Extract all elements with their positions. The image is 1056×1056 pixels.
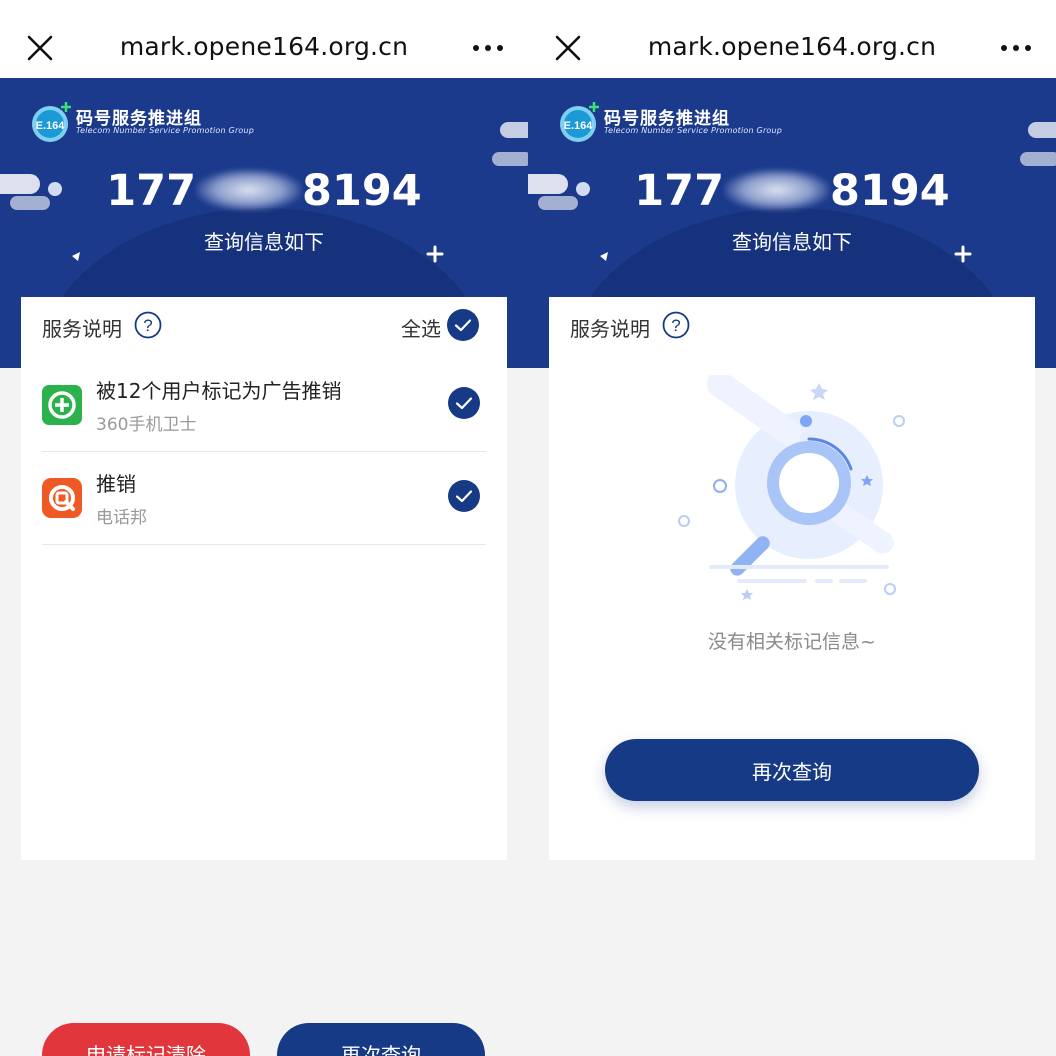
card-header: 服务说明 ? 全选 [21, 297, 507, 355]
empty-search-illustration [678, 375, 905, 600]
browser-top-bar: mark.opene164.org.cn [0, 0, 528, 78]
phone-prefix: 177 [634, 166, 725, 216]
phone-screen-left: mark.opene164.org.cn E.164 码号服务推进组 Telec… [0, 0, 528, 1056]
phone-prefix: 177 [106, 166, 197, 216]
svg-text:?: ? [671, 316, 680, 335]
mark-title: 推销 [96, 472, 136, 496]
phone-redaction [196, 169, 303, 211]
help-icon[interactable]: ? [662, 311, 690, 339]
select-all-label: 全选 [401, 317, 441, 341]
logo-text: E.164 [36, 120, 66, 132]
service-description-label: 服务说明 [42, 317, 122, 341]
item-checkbox[interactable] [448, 387, 480, 419]
phone-suffix: 8194 [830, 166, 950, 216]
org-name-en: Telecom Number Service Promotion Group [604, 126, 783, 135]
result-card: 服务说明 ? 没有相关标记信息~ 再次查询 [549, 297, 1035, 860]
item-checkbox[interactable] [448, 480, 480, 512]
empty-state-text: 没有相关标记信息~ [708, 631, 876, 653]
e164-logo-icon: E.164 [32, 102, 71, 142]
browser-top-bar: mark.opene164.org.cn [528, 0, 1056, 78]
logo-text: E.164 [564, 120, 594, 132]
requery-button[interactable]: 再次查询 [605, 739, 979, 801]
service-description-label: 服务说明 [570, 317, 650, 341]
mark-title: 被12个用户标记为广告推销 [96, 379, 342, 403]
dianhuabang-icon [42, 478, 82, 518]
requery-button[interactable]: 再次查询 [277, 1023, 485, 1056]
list-item[interactable]: 被12个用户标记为广告推销 360手机卫士 [42, 359, 486, 452]
more-icon[interactable] [472, 38, 504, 58]
help-icon[interactable]: ? [134, 311, 162, 339]
360-security-icon [42, 385, 82, 425]
org-name-en: Telecom Number Service Promotion Group [76, 126, 255, 135]
result-subtitle: 查询信息如下 [204, 230, 324, 254]
phone-redaction [724, 169, 831, 211]
url-label: mark.opene164.org.cn [647, 32, 937, 61]
more-icon[interactable] [1000, 38, 1032, 58]
result-card: 服务说明 ? 全选 被12个用户标记为广告推销 360手机卫士 推销 电话邦 [21, 297, 507, 860]
svg-text:?: ? [143, 316, 152, 335]
result-subtitle: 查询信息如下 [732, 230, 852, 254]
mark-source: 电话邦 [96, 508, 147, 528]
phone-suffix: 8194 [302, 166, 422, 216]
card-header: 服务说明 ? [549, 297, 1035, 355]
e164-logo-icon: E.164 [560, 102, 599, 142]
queried-phone-number: 177 8194 [528, 166, 1056, 216]
list-item[interactable]: 推销 电话邦 [42, 452, 486, 545]
phone-screen-right: mark.opene164.org.cn E.164 码号服务推进组 Telec… [528, 0, 1056, 1056]
queried-phone-number: 177 8194 [0, 166, 528, 216]
url-label: mark.opene164.org.cn [119, 32, 409, 61]
select-all-checkbox[interactable] [447, 309, 479, 341]
mark-source: 360手机卫士 [96, 415, 197, 435]
request-clear-button[interactable]: 申请标记清除 [42, 1023, 250, 1056]
